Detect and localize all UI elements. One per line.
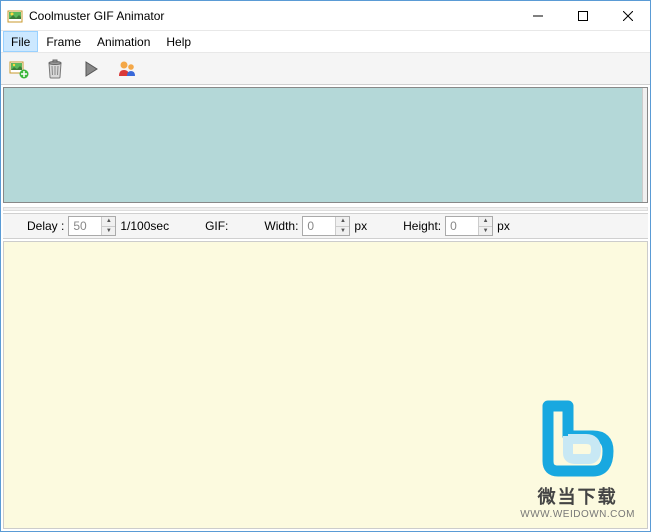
add-image-button[interactable] [7,57,31,81]
height-input[interactable] [446,217,478,235]
delay-spinner[interactable]: ▲ ▼ [68,216,116,236]
window-controls [515,1,650,30]
width-up[interactable]: ▲ [336,217,349,227]
menubar: File Frame Animation Help [1,31,650,53]
watermark-url: WWW.WEIDOWN.COM [520,509,635,520]
maximize-button[interactable] [560,1,605,30]
delay-up[interactable]: ▲ [102,217,115,227]
watermark-logo-icon [533,391,623,481]
close-button[interactable] [605,1,650,30]
delay-down[interactable]: ▼ [102,227,115,236]
toolbar [1,53,650,85]
height-label: Height: [403,219,441,233]
height-down[interactable]: ▼ [479,227,492,236]
users-button[interactable] [115,57,139,81]
app-icon [7,8,23,24]
window-title: Coolmuster GIF Animator [29,9,515,23]
menu-file[interactable]: File [3,31,38,52]
canvas-area: 微当下载 WWW.WEIDOWN.COM [3,241,648,529]
app-window: Coolmuster GIF Animator File Frame Anima… [0,0,651,532]
settings-bar: Delay : ▲ ▼ 1/100sec GIF: Width: ▲ ▼ px … [3,213,648,239]
delay-unit: 1/100sec [120,219,169,233]
height-spinner[interactable]: ▲ ▼ [445,216,493,236]
menu-frame[interactable]: Frame [38,31,89,52]
delay-input[interactable] [69,217,101,235]
menu-help[interactable]: Help [158,31,199,52]
titlebar: Coolmuster GIF Animator [1,1,650,31]
play-button[interactable] [79,57,103,81]
width-label: Width: [264,219,298,233]
watermark: 微当下载 WWW.WEIDOWN.COM [520,391,635,520]
watermark-text: 微当下载 [520,483,635,509]
delete-button[interactable] [43,57,67,81]
height-up[interactable]: ▲ [479,217,492,227]
menu-animation[interactable]: Animation [89,31,158,52]
gif-label: GIF: [205,219,228,233]
width-down[interactable]: ▼ [336,227,349,236]
width-input[interactable] [303,217,335,235]
delay-label: Delay : [27,219,64,233]
preview-panel [3,87,648,203]
width-spinner[interactable]: ▲ ▼ [302,216,350,236]
width-unit: px [354,219,367,233]
minimize-button[interactable] [515,1,560,30]
height-unit: px [497,219,510,233]
panel-divider[interactable] [3,207,648,211]
